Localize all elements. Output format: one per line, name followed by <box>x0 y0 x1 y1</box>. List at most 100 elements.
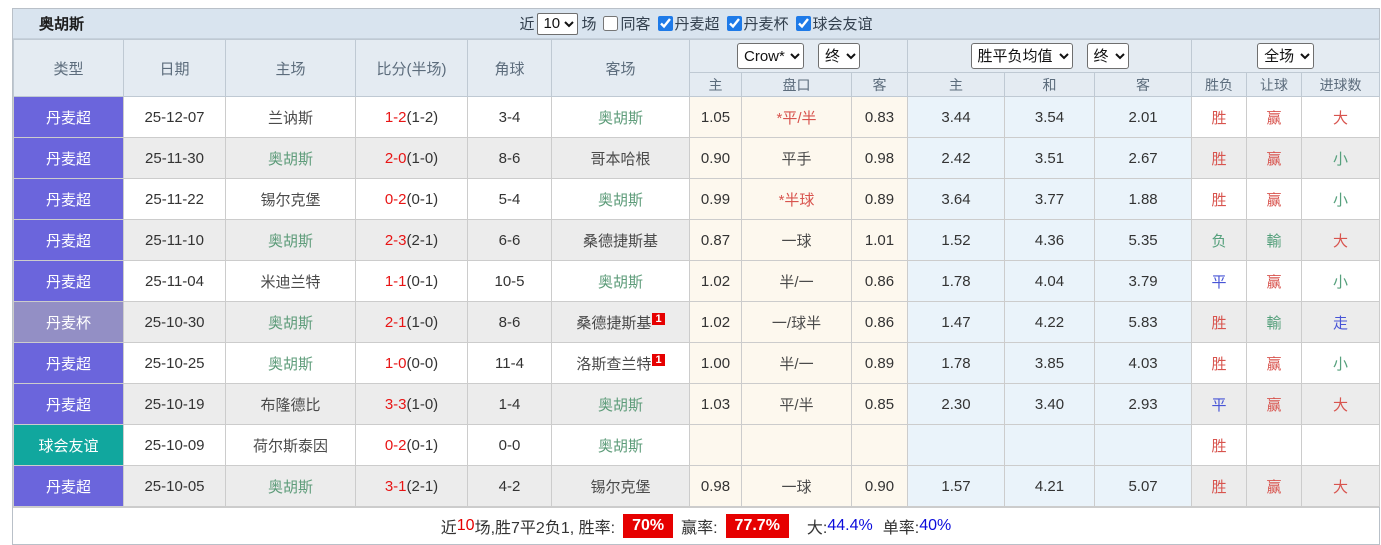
home-team-cell: 锡尔克堡 <box>225 178 356 220</box>
away-team-cell: 桑德捷斯基 1 <box>551 301 690 343</box>
odds-home-cell: 1.03 <box>689 383 742 425</box>
avg-home-cell: 3.64 <box>907 178 1006 220</box>
handicap-rate-badge: 77.7% <box>725 514 789 538</box>
type-cell: 丹麦杯 <box>13 301 124 343</box>
odds-home-cell: 0.98 <box>689 465 742 507</box>
odds-final-select-2[interactable]: 终 <box>1086 43 1129 69</box>
away-team-cell: 桑德捷斯基 <box>551 219 690 261</box>
avg-draw-cell: 3.51 <box>1004 137 1096 179</box>
home-team-name: 奥胡斯 <box>267 314 313 332</box>
handicap-cell <box>741 424 852 466</box>
danish-cup-checkbox[interactable] <box>726 16 742 31</box>
home-team-name: 锡尔克堡 <box>260 191 321 209</box>
result-cell: 胜 <box>1191 301 1248 343</box>
scope-select[interactable]: 全场 <box>1257 43 1315 69</box>
danish-superliga-checkbox[interactable] <box>657 16 673 31</box>
score-cell: 3-3(1-0) <box>355 383 468 425</box>
score-cell: 2-0(1-0) <box>355 137 468 179</box>
recent-count-select[interactable]: 10 <box>537 12 579 35</box>
table-row: 丹麦超 25-11-04 米迪兰特 1-1(0-1) 10-5 奥胡斯 1.02… <box>13 260 1381 302</box>
club-friendly-checkbox[interactable] <box>795 16 811 31</box>
corners-cell: 6-6 <box>467 219 552 261</box>
away-team-cell: 奥胡斯 <box>551 96 690 138</box>
score-cell: 1-0(0-0) <box>355 342 468 384</box>
same-away-checkbox[interactable] <box>603 16 619 31</box>
corners-cell: 1-4 <box>467 383 552 425</box>
half-time-score: (2-1) <box>406 477 439 495</box>
avg-draw-cell: 3.54 <box>1004 96 1096 138</box>
handicap-cell: 平手 <box>741 137 852 179</box>
odds-away-cell: 0.89 <box>850 178 909 220</box>
full-time-score: 2-1 <box>384 313 407 331</box>
odds-home-cell: 0.99 <box>689 178 742 220</box>
table-row: 丹麦超 25-12-07 兰讷斯 1-2(1-2) 3-4 奥胡斯 1.05 *… <box>13 96 1381 138</box>
corners-cell: 4-2 <box>467 465 552 507</box>
avg-draw-cell: 4.22 <box>1004 301 1096 343</box>
match-table-body: 丹麦超 25-12-07 兰讷斯 1-2(1-2) 3-4 奥胡斯 1.05 *… <box>13 96 1381 507</box>
goals-cell: 大 <box>1301 219 1381 261</box>
away-team-name: 洛斯查兰特 <box>576 355 652 373</box>
title-bar: 奥胡斯 近 10 场 同客 丹麦超 丹麦杯 球会友谊 <box>13 9 1379 39</box>
odds-final-select-1[interactable]: 终 <box>818 43 861 69</box>
avg-home-cell: 1.78 <box>907 260 1006 302</box>
col-header-home: 主场 <box>225 39 356 97</box>
full-time-score: 3-3 <box>384 395 407 413</box>
avg-type-select[interactable]: 胜平负均值 <box>970 43 1073 69</box>
sub-header-handicap: 盘口 <box>741 72 852 97</box>
summary-count: 10 <box>456 517 475 534</box>
result-cell: 负 <box>1191 219 1248 261</box>
home-team-name: 奥胡斯 <box>267 478 313 496</box>
col-header-date: 日期 <box>123 39 226 97</box>
home-team-cell: 米迪兰特 <box>225 260 356 302</box>
home-team-cell: 布隆德比 <box>225 383 356 425</box>
away-team-name: 奥胡斯 <box>597 437 643 455</box>
matches-label: 场 <box>581 16 597 33</box>
corners-cell: 8-6 <box>467 137 552 179</box>
type-cell: 丹麦超 <box>13 383 124 425</box>
away-team-name: 锡尔克堡 <box>590 478 651 496</box>
half-time-score: (0-1) <box>406 190 439 208</box>
sub-header-result: 胜负 <box>1191 72 1248 97</box>
corners-cell: 11-4 <box>467 342 552 384</box>
team-title: 奥胡斯 <box>39 16 85 33</box>
date-cell: 25-11-04 <box>123 260 226 302</box>
home-team-cell: 荷尔斯泰因 <box>225 424 356 466</box>
away-team-cell: 哥本哈根 <box>551 137 690 179</box>
odds-home-cell: 0.87 <box>689 219 742 261</box>
handicap-result-cell: 赢 <box>1246 260 1303 302</box>
half-time-score: (2-1) <box>406 231 439 249</box>
full-time-score: 0-2 <box>384 436 407 454</box>
filter-club-friendly[interactable]: 球会友谊 <box>792 13 873 34</box>
full-time-score: 3-1 <box>384 477 407 495</box>
goals-cell: 大 <box>1301 465 1381 507</box>
goals-cell: 小 <box>1301 137 1381 179</box>
odds-away-cell <box>850 424 909 466</box>
goals-cell: 大 <box>1301 383 1381 425</box>
date-cell: 25-11-10 <box>123 219 226 261</box>
type-cell: 丹麦超 <box>13 219 124 261</box>
filter-same-away[interactable]: 同客 <box>599 13 651 34</box>
handicap-cell: 一球 <box>741 219 852 261</box>
odds-away-cell: 0.83 <box>850 96 909 138</box>
match-table: 类型 日期 主场 比分(半场) 角球 客场 Crow* 终 胜平负均值 终 全场… <box>13 39 1381 507</box>
filter-danish-superliga[interactable]: 丹麦超 <box>654 13 720 34</box>
handicap-result-cell <box>1246 424 1303 466</box>
table-row: 丹麦超 25-11-10 奥胡斯 2-3(2-1) 6-6 桑德捷斯基 0.87… <box>13 219 1381 261</box>
goals-cell: 小 <box>1301 342 1381 384</box>
handicap-result-cell: 赢 <box>1246 137 1303 179</box>
type-cell: 丹麦超 <box>13 137 124 179</box>
odds-company-select[interactable]: Crow* <box>737 43 805 69</box>
filter-club-friendly-label: 球会友谊 <box>812 16 873 33</box>
col-header-type: 类型 <box>13 39 124 97</box>
handicap-result-cell: 赢 <box>1246 96 1303 138</box>
home-team-cell: 奥胡斯 <box>225 342 356 384</box>
avg-away-cell: 2.67 <box>1094 137 1193 179</box>
avg-home-cell: 1.57 <box>907 465 1006 507</box>
goals-cell: 走 <box>1301 301 1381 343</box>
half-time-score: (1-0) <box>406 313 439 331</box>
table-row: 丹麦超 25-10-25 奥胡斯 1-0(0-0) 11-4 洛斯查兰特 1 1.… <box>13 342 1381 384</box>
avg-home-cell: 1.47 <box>907 301 1006 343</box>
avg-away-cell: 2.93 <box>1094 383 1193 425</box>
date-cell: 25-10-25 <box>123 342 226 384</box>
filter-danish-cup[interactable]: 丹麦杯 <box>723 13 789 34</box>
